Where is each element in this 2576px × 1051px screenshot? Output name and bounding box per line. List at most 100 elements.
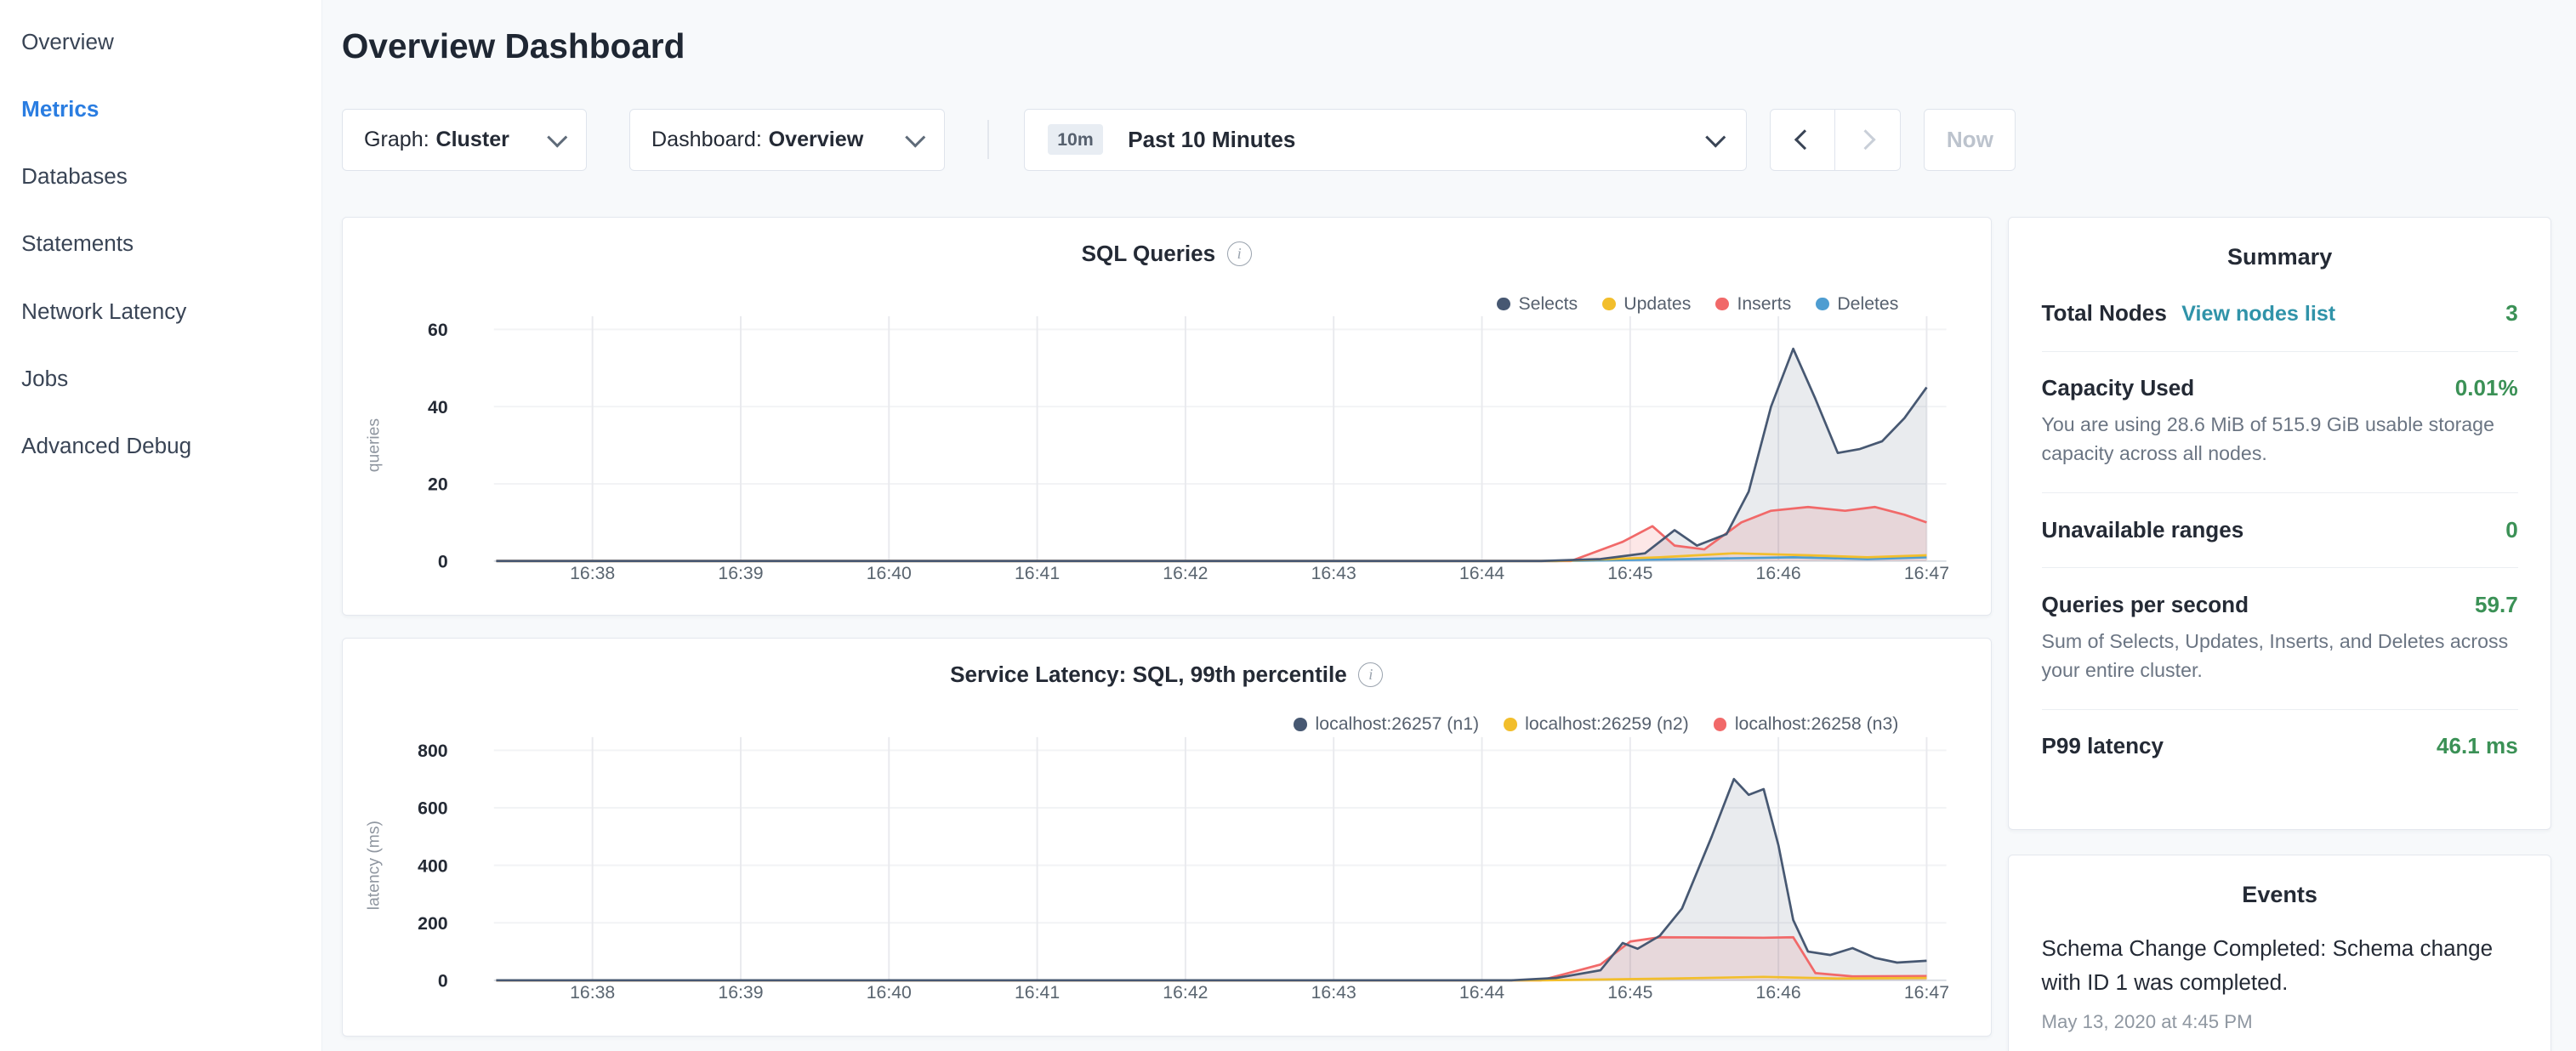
page-title: Overview Dashboard (342, 26, 685, 66)
view-nodes-link[interactable]: View nodes list (2181, 302, 2335, 327)
svg-text:20: 20 (428, 474, 448, 495)
sidebar-item-overview[interactable]: Overview (0, 9, 321, 76)
svg-text:16:41: 16:41 (1015, 563, 1060, 583)
sidebar-item-databases[interactable]: Databases (0, 143, 321, 210)
summary-value: 0 (2505, 517, 2518, 543)
dashboard-dropdown-prefix: Dashboard: (651, 128, 762, 152)
time-range-label: Past 10 Minutes (1128, 127, 1295, 153)
summary-value: 59.7 (2475, 592, 2518, 618)
legend-label: localhost:26259 (n2) (1525, 713, 1689, 735)
sidebar-item-jobs[interactable]: Jobs (0, 345, 321, 412)
legend-item[interactable]: localhost:26259 (n2) (1504, 713, 1689, 735)
svg-text:16:39: 16:39 (718, 982, 763, 1003)
summary-row-capacity-used: Capacity Used 0.01% You are using 28.6 M… (2042, 352, 2518, 494)
legend-dot-icon (1602, 298, 1615, 310)
info-icon[interactable] (1358, 662, 1383, 687)
svg-text:400: 400 (418, 855, 447, 876)
legend-label: localhost:26258 (n3) (1735, 713, 1899, 735)
now-button[interactable]: Now (1924, 109, 2016, 171)
toolbar-divider (987, 120, 989, 159)
sidebar-item-statements[interactable]: Statements (0, 210, 321, 277)
legend-dot-icon (1504, 718, 1516, 730)
svg-text:16:43: 16:43 (1311, 982, 1356, 1003)
summary-panel: Summary Total Nodes View nodes list 3 Ca… (2008, 217, 2551, 830)
legend-label: Selects (1518, 293, 1578, 315)
legend-label: Updates (1624, 293, 1691, 315)
svg-text:0: 0 (438, 552, 448, 572)
svg-text:40: 40 (428, 397, 448, 418)
svg-text:16:45: 16:45 (1607, 982, 1652, 1003)
legend-label: Inserts (1737, 293, 1791, 315)
chart-title: SQL Queries (1082, 241, 1216, 267)
chart-panel-service-latency: 020040060080016:3816:3916:4016:4116:4216… (342, 638, 1992, 1037)
svg-text:16:38: 16:38 (570, 982, 615, 1003)
svg-text:16:41: 16:41 (1015, 982, 1060, 1003)
svg-text:16:46: 16:46 (1755, 563, 1800, 583)
time-forward-button[interactable] (1835, 109, 1901, 171)
dashboard-dropdown[interactable]: Dashboard: Overview (629, 109, 945, 171)
sidebar-item-metrics[interactable]: Metrics (0, 76, 321, 143)
legend-dot-icon (1715, 298, 1728, 310)
svg-text:16:43: 16:43 (1311, 563, 1356, 583)
time-step-button-group (1770, 109, 1902, 171)
metrics-toolbar: Graph: Cluster Dashboard: Overview 10m P… (342, 109, 2016, 171)
summary-label: Queries per second (2042, 592, 2249, 618)
legend-item[interactable]: Updates (1602, 293, 1691, 315)
svg-text:16:40: 16:40 (867, 563, 912, 583)
sidebar: Overview Metrics Databases Statements Ne… (0, 0, 322, 1051)
summary-description: Sum of Selects, Updates, Inserts, and De… (2042, 628, 2518, 685)
events-title: Events (2042, 882, 2518, 908)
svg-text:200: 200 (418, 913, 447, 934)
summary-row-p99-latency: P99 latency 46.1 ms (2042, 710, 2518, 784)
legend-item[interactable]: Selects (1497, 293, 1578, 315)
info-icon[interactable] (1227, 241, 1252, 266)
time-range-selector[interactable]: 10m Past 10 Minutes (1024, 109, 1747, 171)
sidebar-item-network-latency[interactable]: Network Latency (0, 277, 321, 344)
sidebar-item-advanced-debug[interactable]: Advanced Debug (0, 412, 321, 480)
svg-text:16:42: 16:42 (1163, 982, 1208, 1003)
svg-text:latency (ms): latency (ms) (365, 821, 383, 910)
svg-text:16:44: 16:44 (1459, 982, 1504, 1003)
legend-dot-icon (1497, 298, 1510, 310)
svg-text:16:45: 16:45 (1607, 563, 1652, 583)
chevron-left-icon (1795, 130, 1815, 150)
event-message[interactable]: Schema Change Completed: Schema change w… (2042, 931, 2518, 1000)
legend-label: Deletes (1837, 293, 1898, 315)
sql-queries-chart: 020406016:3816:3916:4016:4116:4216:4316:… (343, 218, 1989, 614)
summary-description: You are using 28.6 MiB of 515.9 GiB usab… (2042, 411, 2518, 468)
svg-text:16:46: 16:46 (1755, 982, 1800, 1003)
legend-dot-icon (1714, 718, 1726, 730)
legend-item[interactable]: Inserts (1715, 293, 1791, 315)
events-panel: Events Schema Change Completed: Schema c… (2008, 855, 2551, 1051)
legend-item[interactable]: localhost:26257 (n1) (1294, 713, 1479, 735)
summary-value: 3 (2505, 300, 2518, 327)
chevron-down-icon (906, 128, 925, 147)
svg-text:16:47: 16:47 (1904, 982, 1949, 1003)
legend-item[interactable]: localhost:26258 (n3) (1714, 713, 1899, 735)
summary-label: Unavailable ranges (2042, 517, 2244, 543)
time-back-button[interactable] (1770, 109, 1835, 171)
summary-label: Total Nodes (2042, 300, 2167, 327)
svg-text:16:40: 16:40 (867, 982, 912, 1003)
legend-dot-icon (1294, 718, 1306, 730)
summary-label: Capacity Used (2042, 375, 2195, 401)
chevron-right-icon (1856, 130, 1875, 150)
summary-row-total-nodes: Total Nodes View nodes list 3 (2042, 277, 2518, 352)
graph-dropdown-value: Cluster (435, 128, 509, 152)
charts-column: 020406016:3816:3916:4016:4116:4216:4316:… (342, 217, 1992, 1037)
chart-panel-sql-queries: 020406016:3816:3916:4016:4116:4216:4316:… (342, 217, 1992, 616)
svg-text:queries: queries (365, 418, 383, 472)
summary-row-queries-per-second: Queries per second 59.7 Sum of Selects, … (2042, 568, 2518, 710)
summary-row-unavailable-ranges: Unavailable ranges 0 (2042, 493, 2518, 568)
chart-title: Service Latency: SQL, 99th percentile (950, 662, 1347, 688)
chart-legend: Selects Updates Inserts Deletes (1497, 293, 1898, 315)
event-timestamp: May 13, 2020 at 4:45 PM (2042, 1011, 2518, 1033)
svg-text:16:47: 16:47 (1904, 563, 1949, 583)
db-console: Overview Metrics Databases Statements Ne… (0, 0, 2576, 1051)
svg-text:16:44: 16:44 (1459, 563, 1504, 583)
svg-text:16:42: 16:42 (1163, 563, 1208, 583)
legend-item[interactable]: Deletes (1816, 293, 1898, 315)
chevron-down-icon (1706, 128, 1726, 147)
summary-value: 46.1 ms (2437, 733, 2518, 759)
graph-scope-dropdown[interactable]: Graph: Cluster (342, 109, 587, 171)
